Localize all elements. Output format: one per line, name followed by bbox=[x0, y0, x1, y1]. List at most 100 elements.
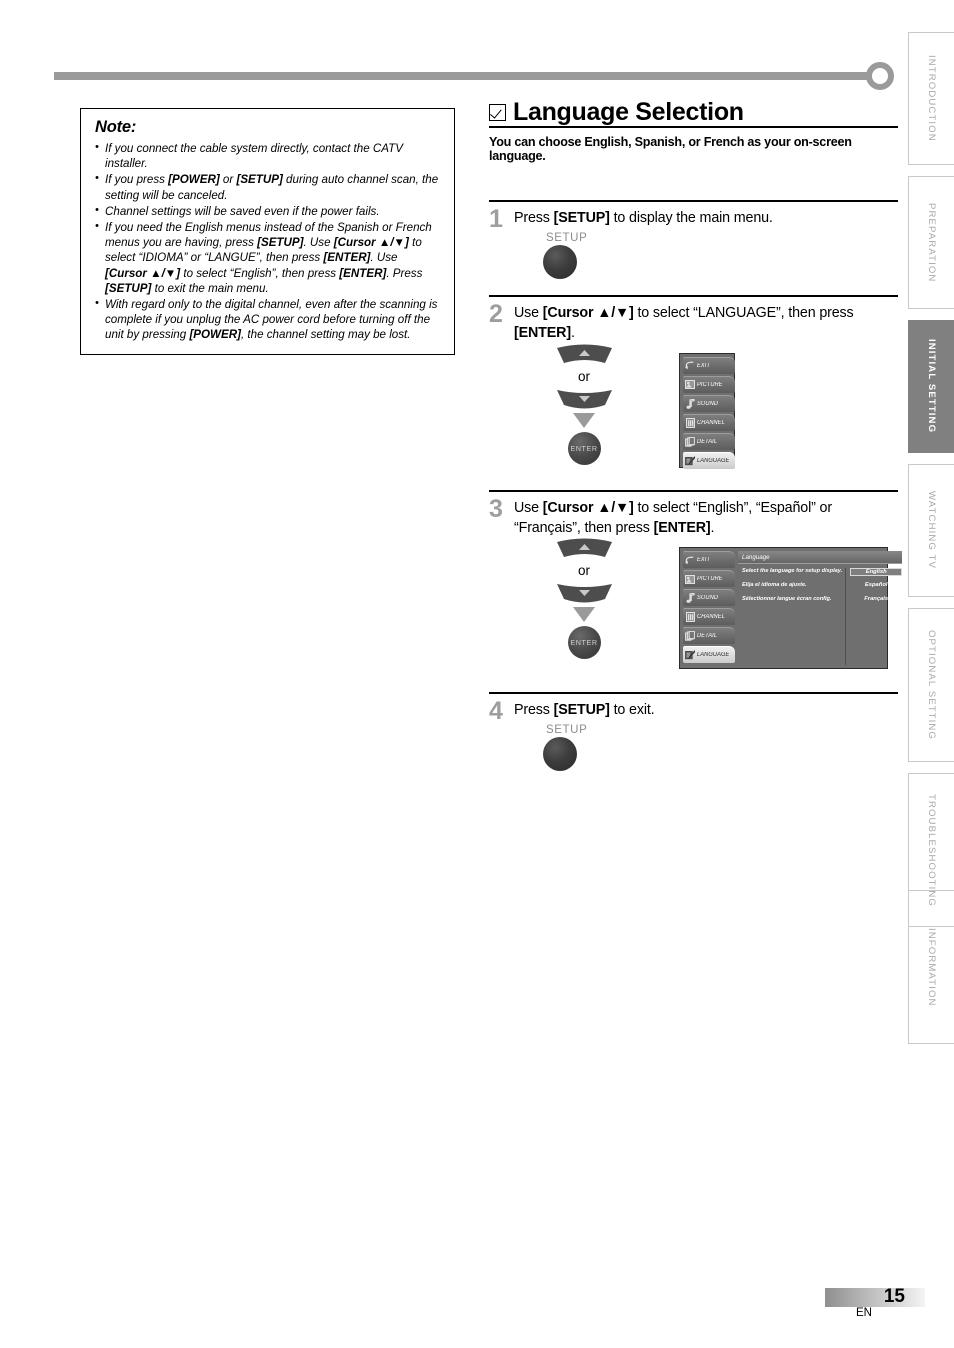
note-item: With regard only to the digital channel,… bbox=[93, 296, 442, 343]
osd-description-line: Sélectionner langue écran config. bbox=[742, 596, 832, 603]
osd-menu-item-channel[interactable]: CHANNEL bbox=[683, 608, 735, 626]
note-item: If you connect the cable system directly… bbox=[93, 140, 442, 171]
checked-box-icon bbox=[489, 104, 506, 121]
osd-language-screen: EXIT PICTURE SOUND CHANNEL DETAIL LANGUAGE La… bbox=[679, 547, 903, 670]
note-title: Note: bbox=[95, 118, 137, 136]
section-tab-label: INTRODUCTION bbox=[926, 55, 937, 142]
exit-arrow-icon bbox=[685, 360, 695, 371]
osd-language-option-english[interactable]: English bbox=[850, 568, 903, 577]
osd-panel-title-text: Language bbox=[742, 553, 770, 561]
setup-button[interactable] bbox=[543, 737, 577, 772]
language-pencil-icon bbox=[685, 455, 695, 466]
note-box: Note: If you connect the cable system di… bbox=[80, 108, 455, 356]
section-tab-preparation[interactable]: PREPARATION bbox=[908, 176, 954, 309]
section-tab-initial-setting[interactable]: INITIAL SETTING bbox=[908, 320, 954, 453]
picture-icon bbox=[685, 379, 695, 390]
osd-menu-item-exit[interactable]: EXIT bbox=[683, 356, 735, 374]
cursor-down-button[interactable] bbox=[555, 388, 614, 409]
cursor-button-group: or ENTER bbox=[489, 344, 679, 465]
osd-panel-content: Select the language for setup display. El… bbox=[738, 564, 903, 666]
cursor-button-group: or ENTER bbox=[489, 538, 679, 660]
cursor-up-button[interactable] bbox=[555, 344, 614, 364]
step-instruction: Use [Cursor ▲/▼] to select “English”, “E… bbox=[514, 499, 832, 536]
music-note-icon bbox=[685, 398, 695, 409]
osd-menu-item-label: CHANNEL bbox=[697, 419, 725, 426]
flow-down-arrow-icon bbox=[573, 412, 595, 428]
page-language-code: EN bbox=[856, 1307, 872, 1319]
osd-menu-item-detail[interactable]: DETAIL bbox=[683, 627, 735, 645]
section-tab-watching-tv[interactable]: WATCHING TV bbox=[908, 464, 954, 597]
step-instruction: Press [SETUP] to exit. bbox=[514, 702, 655, 719]
osd-menu-item-label: SOUND bbox=[697, 400, 719, 407]
osd-descriptions: Select the language for setup display. El… bbox=[738, 568, 847, 666]
osd-menu-item-sound[interactable]: SOUND bbox=[683, 589, 735, 607]
osd-menu-list: EXIT PICTURE SOUND CHANNEL DETAIL LANGUAGE bbox=[683, 551, 735, 665]
note-list: If you connect the cable system directly… bbox=[93, 140, 442, 343]
header-rule bbox=[54, 72, 874, 80]
step-number: 2 bbox=[489, 300, 503, 328]
osd-menu-item-label: PICTURE bbox=[697, 381, 723, 388]
osd-main-menu-small: EXIT PICTURE SOUND CHANNEL DETAIL LANGUAGE bbox=[679, 352, 735, 469]
page-number: 15 bbox=[883, 1286, 905, 1307]
pages-icon bbox=[685, 436, 695, 447]
enter-button[interactable]: ENTER bbox=[567, 431, 601, 465]
section-tab-introduction[interactable]: INTRODUCTION bbox=[908, 32, 954, 165]
osd-menu-item-label: SOUND bbox=[697, 595, 719, 602]
osd-menu-item-exit[interactable]: EXIT bbox=[683, 551, 735, 569]
setup-button-label: SETUP bbox=[546, 724, 588, 737]
section-tab-label: INFORMATION bbox=[926, 927, 937, 1007]
step-2: 2 Use [Cursor ▲/▼] to select “LANGUAGE”,… bbox=[489, 295, 898, 469]
section-header: Language Selection bbox=[489, 100, 898, 128]
note-item: If you press [POWER] or [SETUP] during a… bbox=[93, 171, 442, 202]
cursor-down-button[interactable] bbox=[555, 582, 614, 603]
osd-menu-item-picture[interactable]: PICTURE bbox=[683, 375, 735, 393]
step-1-body: SETUP bbox=[489, 232, 898, 279]
step-1: 1 Press [SETUP] to display the main menu… bbox=[489, 200, 898, 279]
osd-menu-item-detail[interactable]: DETAIL bbox=[683, 432, 735, 450]
osd-language-option-français[interactable]: Français bbox=[850, 596, 902, 602]
section-tab-label: INITIAL SETTING bbox=[926, 339, 937, 434]
or-label: or bbox=[577, 368, 590, 384]
section-subtitle: You can choose English, Spanish, or Fren… bbox=[489, 135, 852, 163]
enter-button[interactable]: ENTER bbox=[567, 626, 601, 660]
step-instruction: Use [Cursor ▲/▼] to select “LANGUAGE”, t… bbox=[514, 305, 854, 342]
note-item: If you need the English menus instead of… bbox=[93, 219, 442, 296]
osd-menu-item-channel[interactable]: CHANNEL bbox=[683, 413, 735, 431]
step-4-body: SETUP bbox=[489, 724, 898, 772]
note-item-text: Channel settings will be saved even if t… bbox=[105, 204, 380, 218]
step-3-body: or ENTER EXIT PICTURE SOUND CHANNEL DETAIL LA… bbox=[489, 538, 903, 670]
exit-arrow-icon bbox=[685, 555, 695, 566]
osd-menu-item-label: PICTURE bbox=[697, 576, 723, 583]
osd-language-option-español[interactable]: Español bbox=[850, 582, 902, 588]
osd-menu-item-label: LANGUAGE bbox=[697, 652, 730, 659]
language-pencil-icon bbox=[685, 650, 695, 661]
osd-menu-item-label: CHANNEL bbox=[697, 614, 725, 621]
note-item-text: If you connect the cable system directly… bbox=[105, 142, 403, 171]
osd-menu-item-label: DETAIL bbox=[697, 438, 718, 445]
cursor-up-button[interactable] bbox=[555, 538, 614, 558]
osd-menu-item-language[interactable]: LANGUAGE bbox=[683, 451, 735, 469]
note-item-text: If you need the English menus instead of… bbox=[105, 220, 432, 295]
osd-menu-item-sound[interactable]: SOUND bbox=[683, 394, 735, 412]
osd-menu-list: EXIT PICTURE SOUND CHANNEL DETAIL LANGUAGE bbox=[683, 356, 735, 469]
step-number: 4 bbox=[489, 697, 503, 726]
osd-menu-item-language[interactable]: LANGUAGE bbox=[683, 646, 735, 664]
step-4-header: 4 Press [SETUP] to exit. bbox=[489, 698, 898, 724]
osd-menu-item-label: EXIT bbox=[697, 362, 711, 369]
osd-panel: Language Select the language for setup d… bbox=[738, 551, 903, 666]
note-item-text: With regard only to the digital channel,… bbox=[105, 297, 438, 342]
page-number-bar: 15 bbox=[825, 1286, 925, 1307]
setup-button[interactable] bbox=[543, 245, 577, 279]
section-tab-information[interactable]: INFORMATION bbox=[908, 890, 954, 1044]
osd-menu-item-label: EXIT bbox=[697, 557, 711, 564]
osd-description-line: Elija el idioma de ajuste. bbox=[742, 582, 807, 589]
channel-bars-icon bbox=[685, 417, 695, 428]
step-number: 1 bbox=[489, 205, 503, 233]
section-tab-optional-setting[interactable]: OPTIONAL SETTING bbox=[908, 608, 954, 762]
osd-menu-item-picture[interactable]: PICTURE bbox=[683, 570, 735, 588]
step-3-header: 3 Use [Cursor ▲/▼] to select “English”, … bbox=[489, 496, 898, 539]
music-note-icon bbox=[685, 593, 695, 604]
osd-panel-title: Language bbox=[738, 551, 903, 565]
header-ring-decoration bbox=[866, 62, 894, 90]
or-label: or bbox=[577, 563, 590, 579]
